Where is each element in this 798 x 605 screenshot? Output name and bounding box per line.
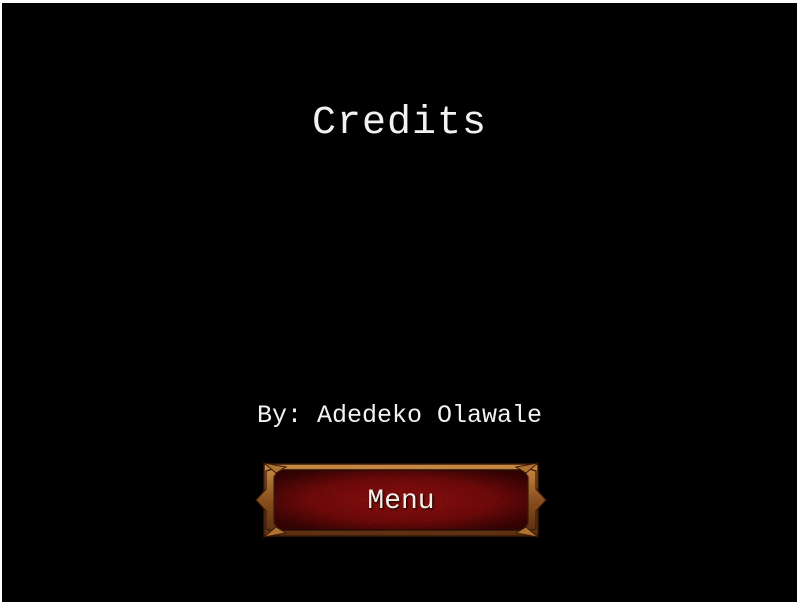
menu-button[interactable]: Menu [252, 459, 550, 541]
author-credit: By: Adedeko Olawale [256, 401, 543, 430]
credits-screen: Credits By: Adedeko Olawale Menu [2, 3, 797, 602]
credits-title: Credits [311, 101, 488, 146]
menu-button-label: Menu [367, 486, 435, 517]
